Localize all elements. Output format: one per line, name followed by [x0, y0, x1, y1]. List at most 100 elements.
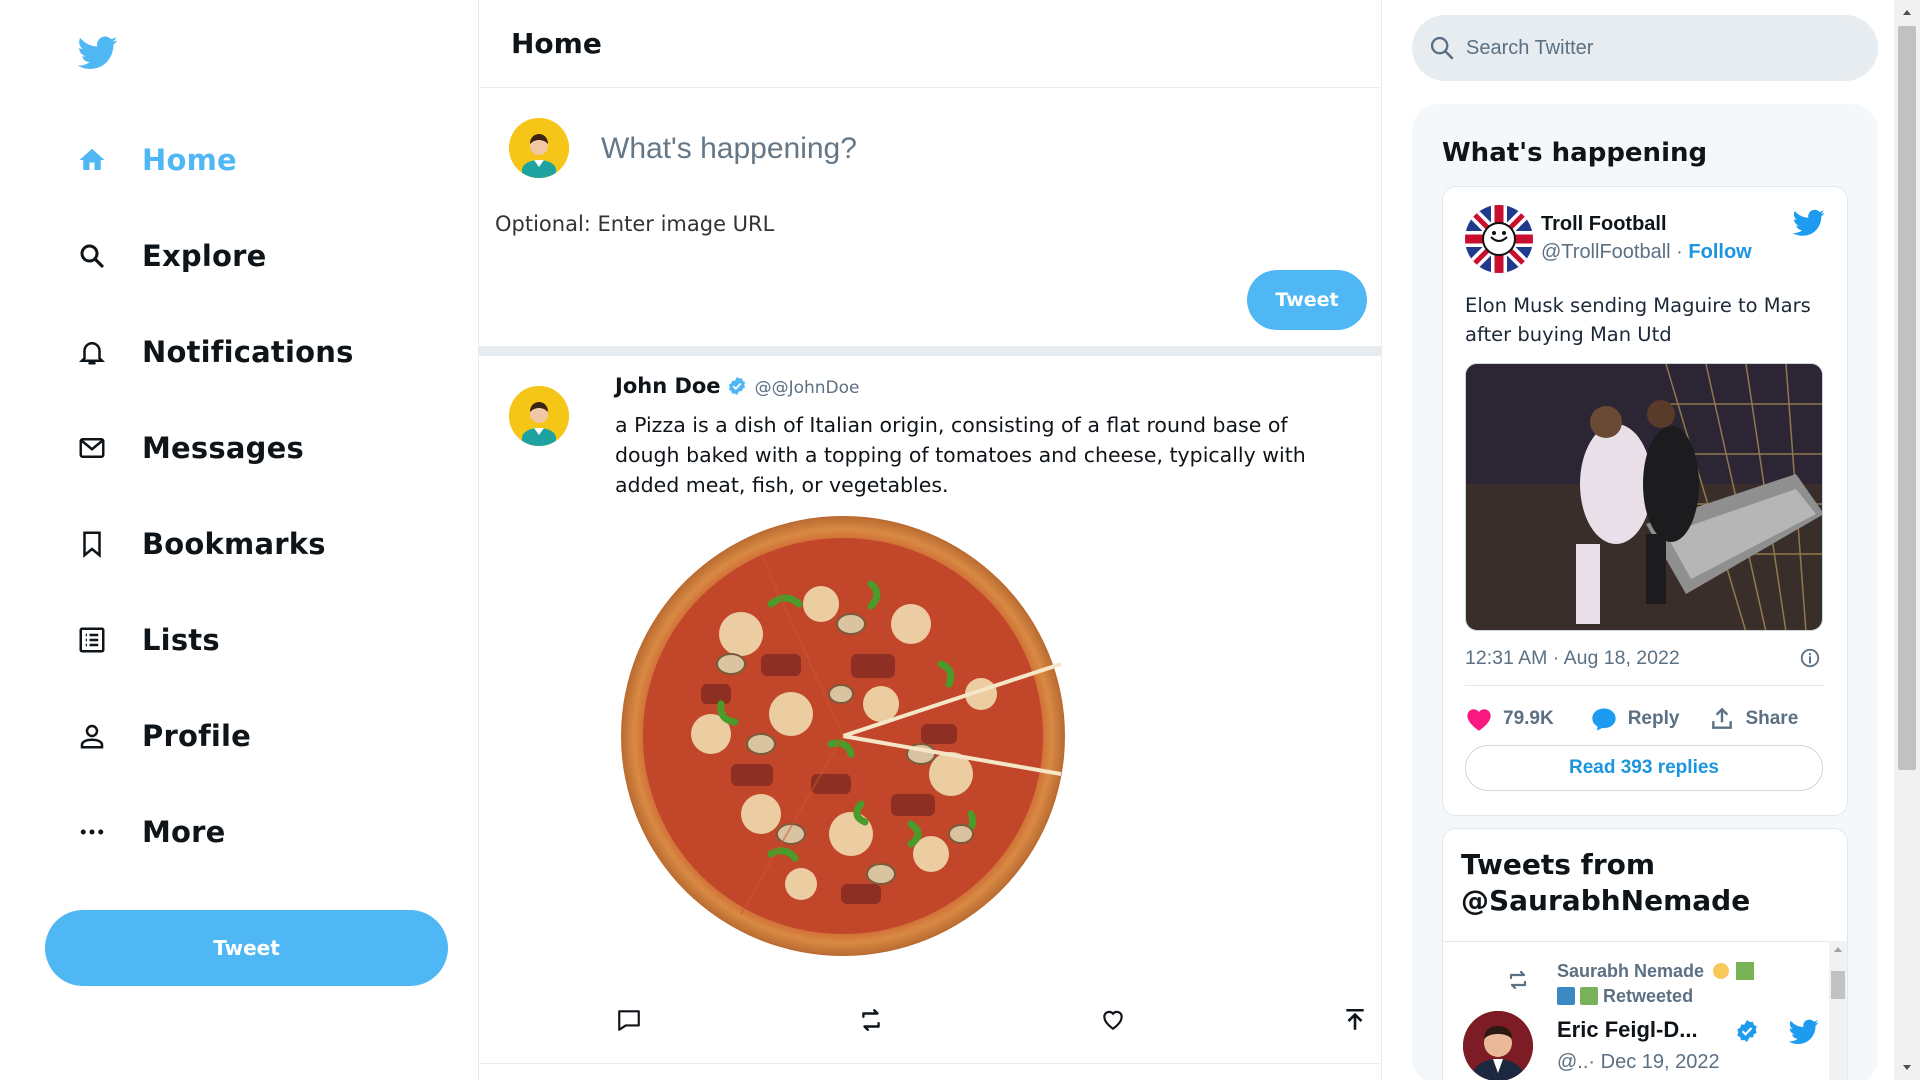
nav-messages-label: Messages	[142, 431, 304, 465]
page-scrollbar[interactable]	[1894, 0, 1920, 1080]
mail-icon	[74, 430, 110, 466]
timeline-title[interactable]: Tweets from @SaurabhNemade	[1461, 847, 1831, 919]
nav-notifications[interactable]: Notifications	[74, 322, 354, 382]
nav-bookmarks-label: Bookmarks	[142, 527, 326, 561]
bell-icon	[74, 334, 110, 370]
twitter-bird-icon[interactable]	[1793, 209, 1825, 237]
nav-notifications-label: Notifications	[142, 335, 354, 369]
heart-icon	[1467, 709, 1491, 731]
page-scroll-thumb[interactable]	[1898, 26, 1916, 770]
verified-badge-icon	[728, 376, 745, 396]
search-icon	[74, 238, 110, 274]
nav-lists-label: Lists	[142, 623, 220, 657]
scroll-up-arrow-icon[interactable]	[1829, 942, 1847, 956]
retweeted-author-name[interactable]: Eric Feigl-D...	[1557, 1017, 1698, 1043]
search-bar[interactable]	[1412, 15, 1878, 81]
embedded-tweet: Troll Football @TrollFootball · Follow E…	[1442, 186, 1848, 816]
timeline-scroll-thumb[interactable]	[1831, 971, 1845, 999]
search-input[interactable]	[1466, 36, 1846, 60]
whats-happening-panel: What's happening Troll Football @TrollFo…	[1412, 104, 1878, 1080]
retweet-icon[interactable]	[855, 1004, 887, 1036]
left-sidebar: Home Explore Notifications Messages Book…	[0, 0, 478, 1080]
page-title: Home	[511, 27, 602, 60]
search-icon	[1430, 36, 1454, 60]
more-icon	[74, 814, 110, 850]
emoji-person-icon	[1713, 963, 1730, 979]
scroll-down-arrow-icon[interactable]	[1901, 1062, 1913, 1074]
nav-more[interactable]: More	[74, 802, 226, 862]
person-icon	[74, 718, 110, 754]
info-icon[interactable]	[1799, 647, 1821, 669]
share-label: Share	[1745, 708, 1799, 729]
user-avatar[interactable]	[509, 118, 569, 178]
embed-tweet-text: Elon Musk sending Maguire to Mars after …	[1465, 294, 1811, 346]
nav-more-label: More	[142, 815, 226, 849]
post-header: John Doe @@JohnDoe	[615, 374, 859, 398]
eric-avatar[interactable]	[1463, 1011, 1533, 1080]
retweet-icon	[1509, 970, 1527, 990]
embed-handle-row: @TrollFootball · Follow	[1541, 241, 1752, 264]
embed-timestamp[interactable]: 12:31 AM · Aug 18, 2022	[1465, 647, 1680, 670]
embed-handle-separator: ·	[1670, 241, 1689, 263]
nav-profile[interactable]: Profile	[74, 706, 251, 766]
profile-timeline-widget: Tweets from @SaurabhNemade Saurabh Nemad…	[1442, 828, 1848, 1080]
reply-bubble-icon	[1592, 708, 1616, 731]
nav-home[interactable]: Home	[74, 130, 237, 190]
reply-action[interactable]: Reply	[1590, 706, 1680, 732]
like-count: 79.9K	[1503, 708, 1554, 729]
comment-icon[interactable]	[613, 1004, 645, 1036]
emoji-green-square-icon	[1580, 987, 1599, 1005]
twitter-bird-icon[interactable]	[1789, 1019, 1819, 1045]
bookmark-icon	[74, 526, 110, 562]
share-action[interactable]: Share	[1709, 706, 1798, 732]
sidebar-tweet-button[interactable]: Tweet	[45, 910, 448, 986]
retweeted-meta[interactable]: @..· Dec 19, 2022	[1557, 1051, 1720, 1074]
tweet-composer: Tweet	[479, 88, 1381, 346]
follow-link[interactable]: Follow	[1688, 241, 1751, 263]
feed-divider	[479, 346, 1381, 356]
timeline-separator	[1443, 941, 1847, 942]
home-icon	[74, 142, 110, 178]
retweet-context: Saurabh Nemade Retweeted	[1557, 959, 1787, 1009]
post-author-name[interactable]: John Doe	[615, 374, 721, 398]
embed-separator	[1465, 685, 1825, 686]
embed-author-handle[interactable]: @TrollFootball	[1541, 241, 1671, 263]
embed-media-image[interactable]	[1465, 363, 1823, 631]
retweeter-name[interactable]: Saurabh Nemade	[1557, 961, 1704, 981]
pizza-image	[621, 516, 1065, 956]
verified-badge-icon	[1737, 1020, 1757, 1042]
retweeted-label: Retweeted	[1603, 986, 1694, 1006]
home-feed: Home Tweet John Doe	[478, 0, 1382, 1080]
panel-title: What's happening	[1442, 138, 1708, 168]
troll-football-avatar[interactable]	[1465, 205, 1533, 273]
nav-explore-label: Explore	[142, 239, 267, 273]
nav-explore[interactable]: Explore	[74, 226, 267, 286]
scroll-up-arrow-icon[interactable]	[1901, 6, 1913, 18]
upload-share-icon	[1712, 707, 1733, 729]
post-actions	[613, 1004, 1373, 1044]
like-action[interactable]: 79.9K	[1465, 706, 1554, 732]
emoji-sparkle-icon	[1736, 962, 1755, 980]
tweet-post: John Doe @@JohnDoe a Pizza is a dish of …	[479, 356, 1381, 1064]
nav-bookmarks[interactable]: Bookmarks	[74, 514, 326, 574]
embed-author-name[interactable]: Troll Football	[1541, 213, 1667, 236]
composer-tweet-button[interactable]: Tweet	[1247, 270, 1367, 330]
heart-icon[interactable]	[1097, 1004, 1129, 1036]
post-author-handle[interactable]: @@JohnDoe	[755, 378, 860, 398]
image-url-input[interactable]	[495, 212, 1095, 236]
tweet-text-input[interactable]	[601, 132, 1341, 166]
nav-lists[interactable]: Lists	[74, 610, 220, 670]
list-icon	[74, 622, 110, 658]
twitter-bird-icon[interactable]	[78, 36, 118, 70]
reply-label: Reply	[1627, 708, 1680, 729]
timeline-scrollbar[interactable]	[1829, 941, 1847, 1080]
nav-messages[interactable]: Messages	[74, 418, 304, 478]
share-icon[interactable]	[1339, 1004, 1371, 1036]
read-replies-button[interactable]: Read 393 replies	[1465, 745, 1823, 791]
nav-profile-label: Profile	[142, 719, 252, 753]
embed-actions: 79.9K Reply Share	[1465, 699, 1827, 739]
feed-header: Home	[479, 0, 1381, 88]
emoji-calendar-icon	[1557, 987, 1575, 1005]
post-avatar[interactable]	[509, 386, 569, 446]
right-sidebar: What's happening Troll Football @TrollFo…	[1382, 0, 1920, 1080]
